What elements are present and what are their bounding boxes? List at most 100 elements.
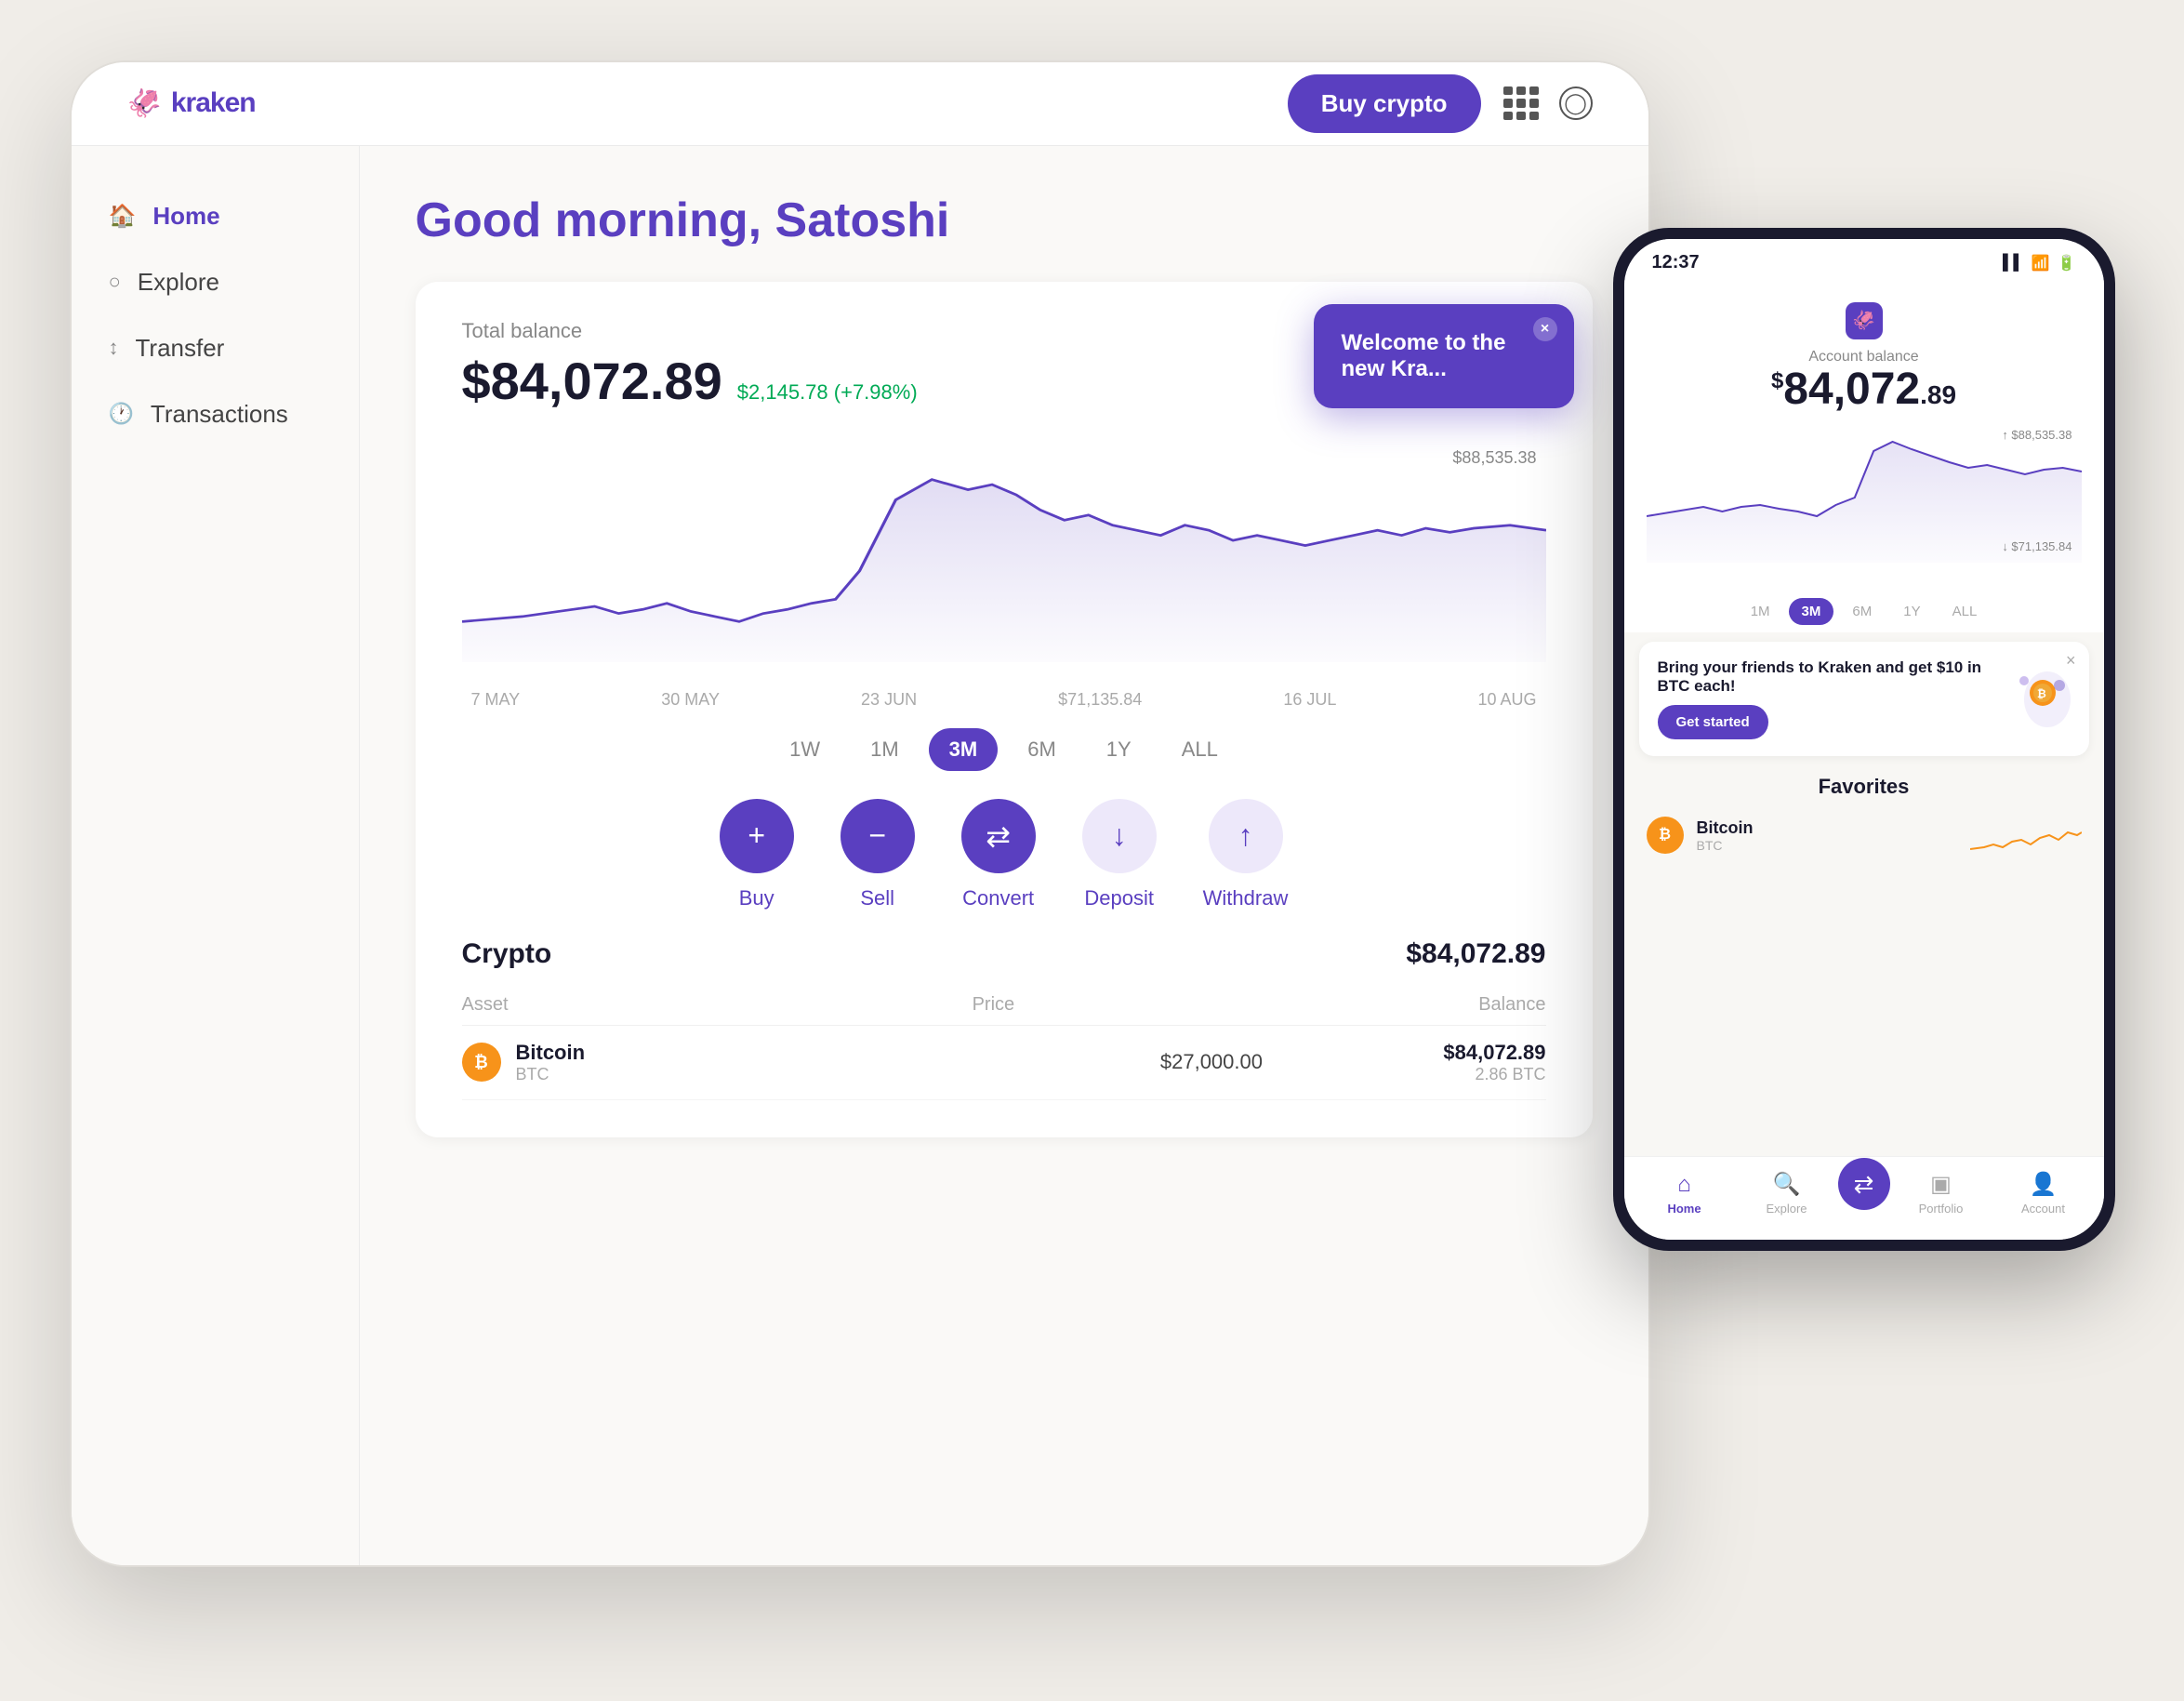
btc-ticker: BTC [516, 1065, 980, 1084]
phone-balance-main: $84,072.89 [1647, 365, 2082, 415]
phone-period-6m[interactable]: 6M [1839, 598, 1885, 625]
sidebar-item-transactions[interactable]: 🕐 Transactions [72, 381, 359, 447]
phone-period-1y[interactable]: 1Y [1890, 598, 1933, 625]
period-1w[interactable]: 1W [769, 728, 841, 771]
sidebar-item-home[interactable]: 🏠 Home [72, 183, 359, 249]
balance-chart [462, 439, 1546, 662]
phone-time: 12:37 [1652, 252, 1700, 273]
phone-nav-convert-button[interactable]: ⇄ [1838, 1158, 1890, 1210]
col-balance: Balance [1478, 994, 1545, 1016]
referral-close-icon[interactable]: × [2066, 651, 2076, 671]
sidebar-label-explore: Explore [138, 268, 219, 297]
phone-portfolio-icon: ▣ [1930, 1171, 1952, 1198]
grid-icon[interactable] [1503, 86, 1537, 120]
sidebar-item-transfer[interactable]: ↕ Transfer [72, 315, 359, 381]
referral-text: Bring your friends to Kraken and get $10… [1658, 658, 1983, 739]
scene: 🦑 kraken Buy crypto ◯ 🏠 Home [70, 60, 2115, 1641]
period-1y[interactable]: 1Y [1086, 728, 1152, 771]
sidebar: 🏠 Home ○ Explore ↕ Transfer 🕐 Transactio… [72, 146, 360, 1565]
sidebar-label-transfer: Transfer [136, 334, 225, 363]
buy-label: Buy [739, 886, 774, 910]
phone-period-1m[interactable]: 1M [1738, 598, 1783, 625]
welcome-banner: × Welcome to the new Kra... [1314, 304, 1574, 408]
asset-table-header: Asset Price Balance [462, 985, 1546, 1026]
convert-label: Convert [962, 886, 1034, 910]
list-item[interactable]: ₿ Bitcoin BTC [1647, 812, 2082, 858]
chart-x-labels: 7 MAY 30 MAY 23 JUN $71,135.84 16 JUL 10… [462, 690, 1546, 710]
balance-dollar-sign: $ [1771, 368, 1783, 393]
phone-time-periods: 1M 3M 6M 1Y ALL [1624, 591, 2104, 632]
crypto-section-title: Crypto [462, 938, 552, 970]
btc-name: Bitcoin [516, 1041, 980, 1065]
phone-nav-account[interactable]: 👤 Account [1992, 1171, 2095, 1216]
asset-section: Crypto $84,072.89 Asset Price Balance ₿ … [462, 938, 1546, 1100]
page-title: Good morning, Satoshi [416, 193, 1593, 248]
fav-name: Bitcoin [1697, 818, 1957, 838]
period-6m[interactable]: 6M [1007, 728, 1077, 771]
sidebar-label-transactions: Transactions [151, 400, 288, 429]
phone-nav-portfolio[interactable]: ▣ Portfolio [1890, 1171, 1992, 1216]
welcome-banner-close[interactable]: × [1533, 317, 1557, 341]
referral-title: Bring your friends to Kraken and get $10… [1658, 658, 1983, 696]
x-label-4: 16 JUL [1283, 690, 1336, 710]
chart-area: $88,535.38 [462, 439, 1546, 681]
col-price: Price [973, 994, 1015, 1016]
btc-balance-usd: $84,072.89 [1443, 1041, 1545, 1065]
balance-card: Total balance $84,072.89 $2,145.78 (+7.9… [416, 282, 1593, 1137]
referral-cta-button[interactable]: Get started [1658, 705, 1768, 739]
x-label-1: 30 MAY [661, 690, 720, 710]
phone-account-icon: 👤 [2030, 1171, 2058, 1198]
x-label-2: 23 JUN [861, 690, 917, 710]
referral-banner: Bring your friends to Kraken and get $10… [1639, 642, 2089, 756]
period-3m[interactable]: 3M [929, 728, 999, 771]
withdraw-label: Withdraw [1203, 886, 1289, 910]
period-1m[interactable]: 1M [850, 728, 920, 771]
phone-nav-portfolio-label: Portfolio [1919, 1202, 1964, 1216]
phone-home-icon: ⌂ [1677, 1172, 1691, 1198]
phone-nav-explore[interactable]: 🔍 Explore [1736, 1171, 1838, 1216]
phone-status-icons: ▌▌ 📶 🔋 [2003, 254, 2076, 272]
convert-action[interactable]: ⇄ Convert [961, 799, 1036, 910]
btc-info: Bitcoin BTC [516, 1041, 980, 1084]
sidebar-item-explore[interactable]: ○ Explore [72, 249, 359, 315]
phone-period-all[interactable]: ALL [1939, 598, 1991, 625]
user-icon[interactable]: ◯ [1559, 86, 1593, 120]
fav-bitcoin-info: Bitcoin BTC [1697, 818, 1957, 853]
buy-action[interactable]: + Buy [720, 799, 794, 910]
fav-ticker: BTC [1697, 838, 1957, 853]
x-label-0: 7 MAY [471, 690, 521, 710]
welcome-banner-text: Welcome to the new Kra... [1342, 330, 1506, 381]
sell-label: Sell [860, 886, 894, 910]
phone-chart-high: ↑ $88,535.38 [2002, 428, 2071, 442]
btc-balance: $84,072.89 2.86 BTC [1443, 1041, 1545, 1084]
balance-main: $84,072.89 [462, 351, 722, 411]
bitcoin-fav-icon: ₿ [1647, 817, 1684, 854]
home-icon: 🏠 [109, 203, 137, 230]
phone-balance-label: Account balance [1647, 349, 2082, 365]
phone-nav-home-label: Home [1667, 1202, 1701, 1216]
phone-nav-home[interactable]: ⌂ Home [1634, 1172, 1736, 1216]
buy-crypto-button[interactable]: Buy crypto [1288, 74, 1481, 133]
battery-icon: 🔋 [2058, 254, 2076, 272]
sell-action[interactable]: − Sell [841, 799, 915, 910]
withdraw-action[interactable]: ↑ Withdraw [1203, 799, 1289, 910]
kraken-logo-text: kraken [171, 87, 256, 119]
chart-high-label: $88,535.38 [1452, 448, 1536, 468]
deposit-action[interactable]: ↓ Deposit [1082, 799, 1157, 910]
asset-header: Crypto $84,072.89 [462, 938, 1546, 970]
phone-top: 🦑 Account balance $84,072.89 [1624, 287, 2104, 591]
phone-period-3m[interactable]: 3M [1789, 598, 1834, 625]
sell-circle: − [841, 799, 915, 873]
transfer-icon: ↕ [109, 336, 119, 360]
col-asset: Asset [462, 994, 509, 1016]
phone-kraken-icon: 🦑 [1647, 302, 2082, 339]
period-all[interactable]: ALL [1161, 728, 1238, 771]
btc-icon: ₿ [462, 1043, 501, 1082]
balance-decimal: .89 [1920, 380, 1956, 409]
topbar-right: Buy crypto ◯ [1288, 74, 1593, 133]
phone-bottom-nav: ⌂ Home 🔍 Explore ⇄ ▣ Portfolio 👤 Account [1624, 1156, 2104, 1240]
deposit-circle: ↓ [1082, 799, 1157, 873]
sidebar-label-home: Home [152, 202, 219, 231]
referral-art: ₿ [1996, 667, 2071, 732]
table-row[interactable]: ₿ Bitcoin BTC $27,000.00 $84,072.89 2.86… [462, 1026, 1546, 1100]
